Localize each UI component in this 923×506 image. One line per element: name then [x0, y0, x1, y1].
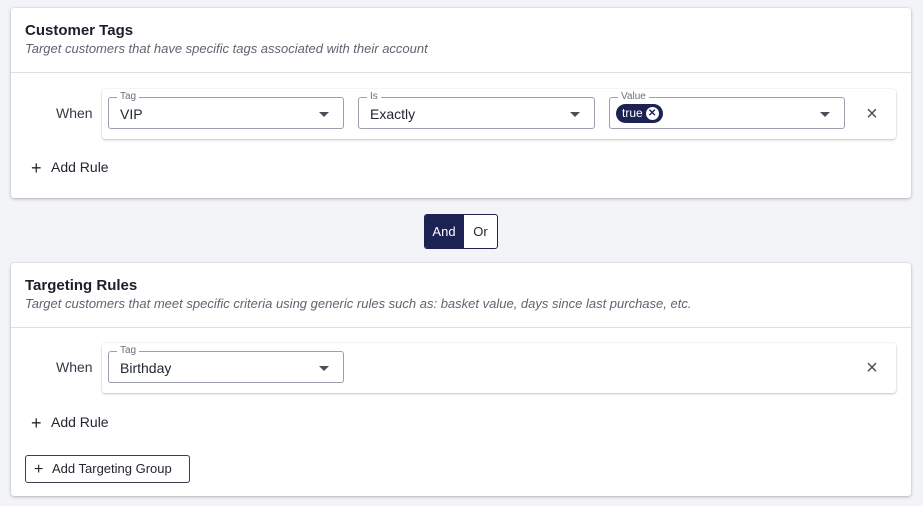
- add-targeting-group-button[interactable]: + Add Targeting Group: [25, 455, 190, 483]
- customer-tags-title: Customer Tags: [25, 22, 134, 39]
- value-select[interactable]: Value true ✕: [609, 91, 845, 129]
- rule-box: Tag Birthday ×: [102, 343, 896, 393]
- chevron-down-icon: [319, 366, 329, 371]
- or-toggle-button[interactable]: Or: [463, 215, 497, 248]
- when-label: When: [56, 359, 93, 375]
- add-group-label: Add Targeting Group: [52, 461, 172, 476]
- plus-icon: +: [31, 158, 42, 178]
- when-label: When: [56, 105, 93, 121]
- customer-tags-rule-row: When Tag VIP Is Exactly Value true ✕ ×: [11, 89, 911, 141]
- targeting-rules-card: Targeting Rules Target customers that me…: [11, 263, 911, 496]
- tag-select[interactable]: Tag Birthday: [108, 345, 344, 383]
- chevron-down-icon: [820, 112, 830, 117]
- customer-tags-subtitle: Target customers that have specific tags…: [25, 41, 428, 56]
- plus-icon: +: [31, 413, 42, 433]
- chevron-down-icon: [570, 112, 580, 117]
- customer-tags-card: Customer Tags Target customers that have…: [11, 8, 911, 198]
- tag-select[interactable]: Tag VIP: [108, 91, 344, 129]
- rule-box: Tag VIP Is Exactly Value true ✕ ×: [102, 89, 896, 139]
- value-chip-label: true: [622, 106, 643, 120]
- remove-rule-close-icon[interactable]: ×: [862, 358, 882, 378]
- targeting-rules-header: Targeting Rules Target customers that me…: [11, 263, 911, 328]
- targeting-rules-title: Targeting Rules: [25, 277, 138, 294]
- add-rule-label: Add Rule: [51, 159, 109, 175]
- tag-field-label: Tag: [117, 91, 140, 103]
- tag-field-value: Birthday: [120, 360, 172, 376]
- combinator-toggle: And Or: [424, 214, 498, 249]
- chevron-down-icon: [319, 112, 329, 117]
- value-field-label: Value: [618, 91, 649, 103]
- targeting-rules-subtitle: Target customers that meet specific crit…: [25, 296, 692, 311]
- customer-tags-header: Customer Tags Target customers that have…: [11, 8, 911, 73]
- is-field-value: Exactly: [370, 106, 416, 122]
- tag-field-label: Tag: [117, 345, 140, 357]
- tag-field-value: VIP: [120, 106, 143, 122]
- add-rule-button[interactable]: + Add Rule: [31, 414, 109, 434]
- value-chip: true ✕: [616, 104, 663, 123]
- add-rule-label: Add Rule: [51, 414, 109, 430]
- is-field-label: Is: [367, 91, 381, 103]
- plus-icon: +: [34, 461, 44, 478]
- remove-rule-close-icon[interactable]: ×: [862, 104, 882, 124]
- chip-remove-icon[interactable]: ✕: [645, 107, 659, 120]
- and-toggle-button[interactable]: And: [425, 215, 463, 248]
- targeting-rule-row: When Tag Birthday ×: [11, 343, 911, 395]
- add-rule-button[interactable]: + Add Rule: [31, 159, 109, 179]
- is-select[interactable]: Is Exactly: [358, 91, 595, 129]
